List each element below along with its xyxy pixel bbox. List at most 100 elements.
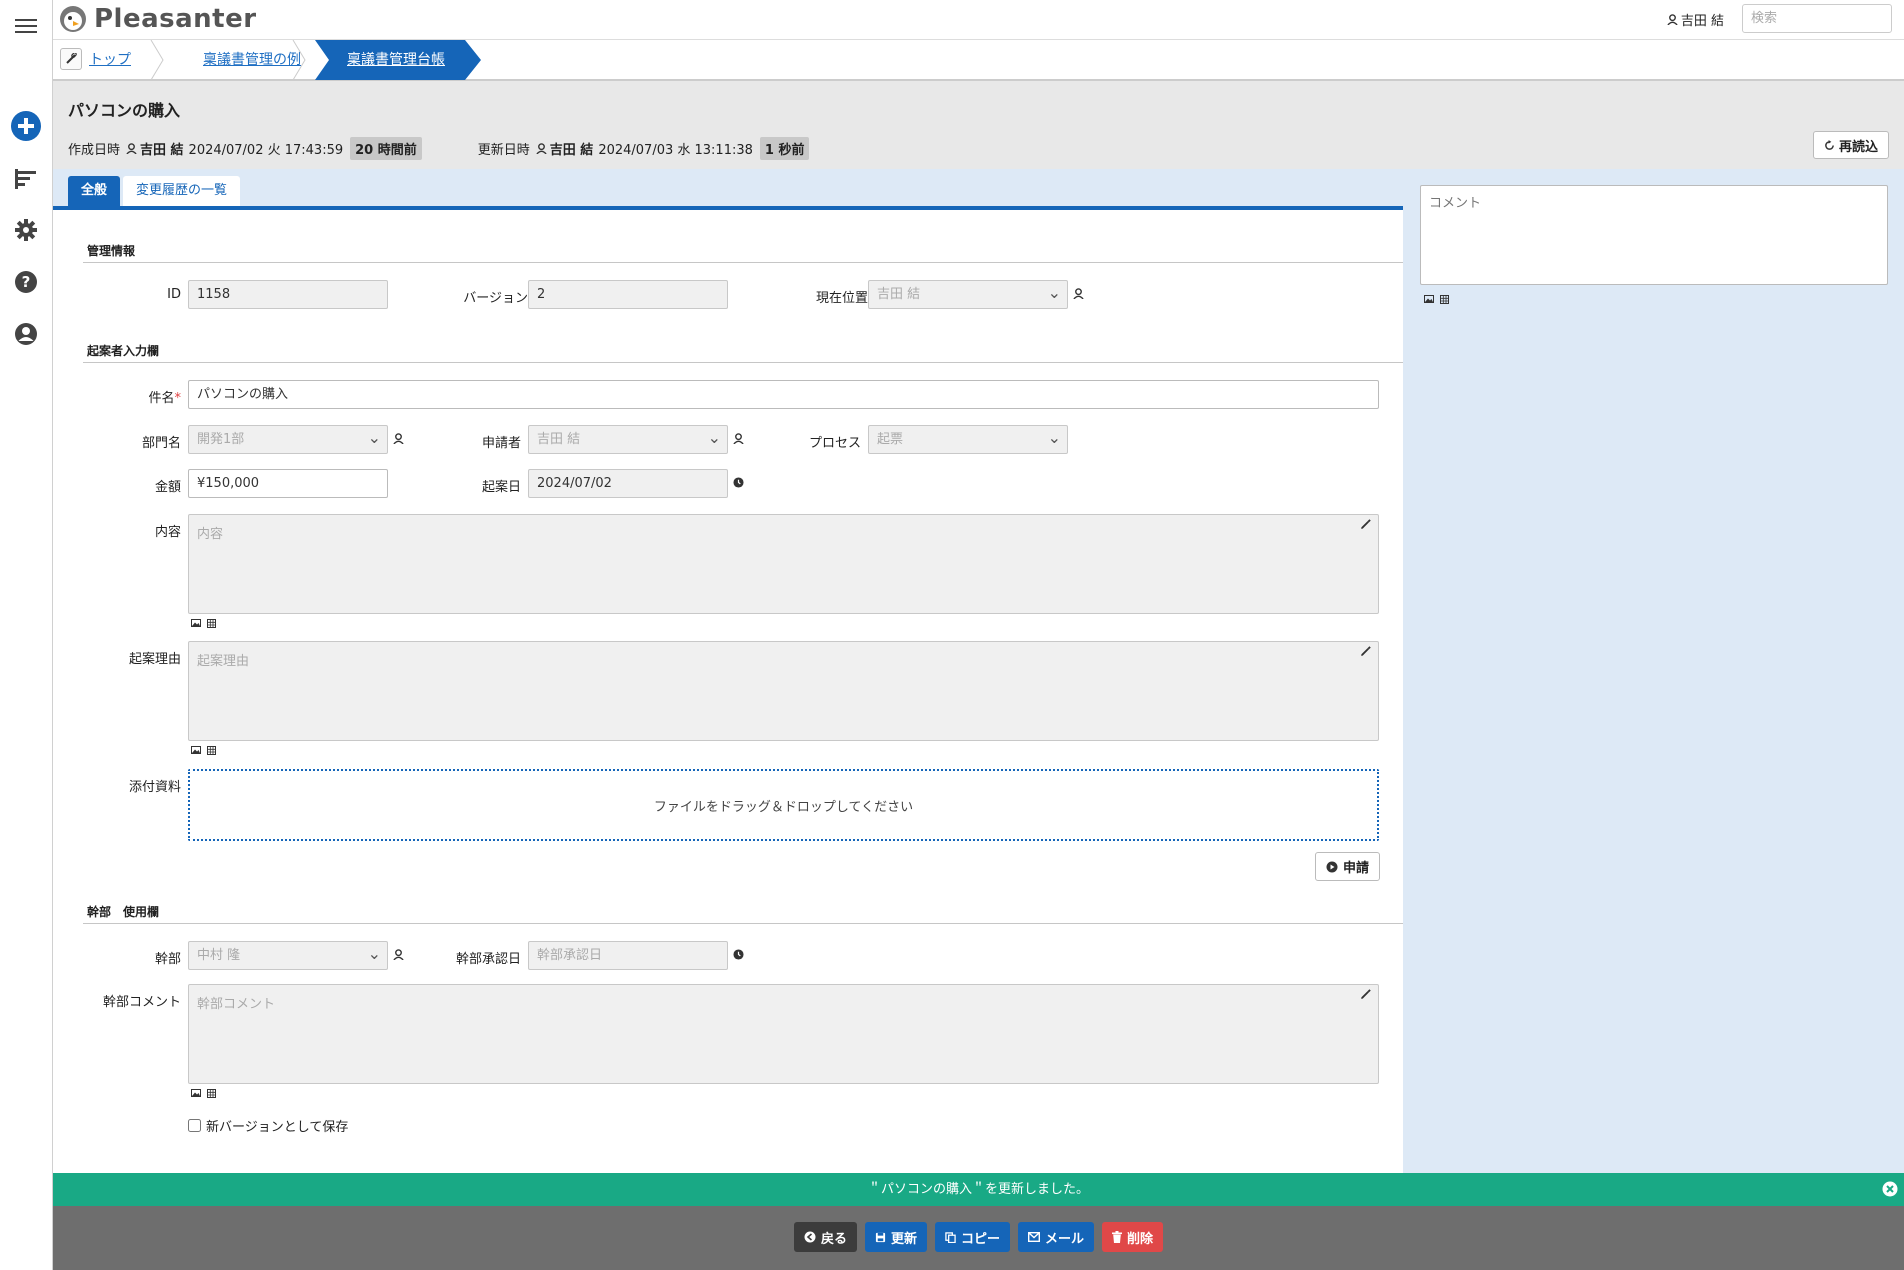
copy-button[interactable]: コピー <box>934 1222 1010 1252</box>
section-divider <box>83 923 1403 924</box>
table-icon[interactable] <box>207 1089 216 1098</box>
copy-link-icon[interactable] <box>60 48 82 70</box>
tab-general[interactable]: 全般 <box>68 176 121 206</box>
message-bar: ＂パソコンの購入＂を更新しました。 <box>53 1173 1904 1206</box>
created-user[interactable]: 吉田 結 <box>126 139 184 158</box>
table-icon[interactable] <box>207 746 216 755</box>
amount-input[interactable]: ¥150,000 <box>188 469 388 498</box>
mail-button-label: メール <box>1045 1231 1085 1247</box>
image-icon[interactable] <box>191 619 201 627</box>
copy-icon <box>945 1231 956 1243</box>
close-icon[interactable] <box>1882 1181 1898 1197</box>
help-icon[interactable]: ? <box>10 266 42 298</box>
user-account-icon[interactable] <box>10 318 42 350</box>
comment-input[interactable] <box>1420 185 1888 285</box>
edit-pencil-icon[interactable] <box>1360 519 1371 530</box>
applicant-select: 吉田 結 <box>528 424 728 454</box>
new-version-checkbox[interactable] <box>188 1119 201 1132</box>
reason-label: 起案理由 <box>128 652 181 667</box>
back-arrow-icon <box>804 1231 816 1243</box>
breadcrumb-item-site[interactable]: 稟議書管理の例 <box>193 40 301 80</box>
dropzone-text: ファイルをドラッグ＆ドロップしてください <box>653 799 914 815</box>
id-label: ID <box>167 287 181 302</box>
app-name: Pleasanter <box>94 4 257 34</box>
applicant-select-value: 吉田 結 <box>537 432 581 447</box>
exec-date-label: 幹部承認日 <box>455 952 521 967</box>
exec-comment-textarea: 幹部コメント <box>188 984 1379 1084</box>
edit-pencil-icon[interactable] <box>1360 646 1371 657</box>
user-icon[interactable] <box>393 949 404 960</box>
gear-icon[interactable] <box>10 214 42 246</box>
current-user[interactable]: 吉田 結 <box>1667 10 1724 29</box>
edit-pencil-icon[interactable] <box>1360 989 1371 1000</box>
process-select-value: 起票 <box>877 432 904 447</box>
dept-select: 開発1部 <box>188 424 388 454</box>
exec-comment-attach-icons <box>191 1089 216 1098</box>
section-divider <box>83 262 1403 263</box>
tab-history[interactable]: 変更履歴の一覧 <box>123 176 241 206</box>
apply-button[interactable]: 申請 <box>1315 852 1381 881</box>
content-placeholder: 内容 <box>197 527 224 542</box>
version-label: バージョン <box>463 291 528 306</box>
breadcrumb-item-top[interactable]: トップ <box>89 40 131 80</box>
back-button[interactable]: 戻る <box>793 1222 857 1252</box>
user-icon <box>126 143 137 154</box>
updated-label: 更新日時 <box>477 143 530 158</box>
record-meta: 作成日時 吉田 結 2024/07/02 火 17:43:59 20 時間前 更… <box>68 137 810 160</box>
new-version-option[interactable]: 新バージョンとして保存 <box>188 1116 348 1135</box>
delete-button-label: 削除 <box>1127 1231 1154 1247</box>
user-icon[interactable] <box>393 433 404 444</box>
reason-textarea: 起案理由 <box>188 641 1379 741</box>
attach-label: 添付資料 <box>128 780 181 795</box>
applicant-label: 申請者 <box>481 436 521 451</box>
footer-button-group: 戻る 更新 コピー メール 削除 <box>53 1222 1904 1252</box>
table-icon[interactable] <box>207 619 216 628</box>
update-button[interactable]: 更新 <box>864 1222 927 1252</box>
draft-date-field: 2024/07/02 <box>528 469 728 498</box>
draft-date-label: 起案日 <box>481 480 521 495</box>
breadcrumb-link-site[interactable]: 稟議書管理の例 <box>203 52 301 68</box>
section-title-exec: 幹部 使用欄 <box>87 905 160 919</box>
form-panel: 管理情報 ID 1158 バージョン 2 現在位置 吉田 結 起案者入力欄 件名… <box>53 210 1403 1173</box>
hamburger-menu-icon[interactable] <box>10 10 42 42</box>
svg-text:?: ? <box>22 273 31 291</box>
updated-time: 2024/07/03 水 13:11:38 <box>598 143 753 158</box>
refresh-icon <box>1825 139 1834 150</box>
search-input[interactable] <box>1742 4 1892 33</box>
updated-user[interactable]: 吉田 結 <box>536 139 593 158</box>
table-icon[interactable] <box>1440 295 1449 304</box>
new-version-label: 新バージョンとして保存 <box>206 1120 349 1135</box>
header: Pleasanter 吉田 結 <box>53 0 1904 40</box>
user-icon[interactable] <box>733 433 744 444</box>
user-icon <box>1667 14 1678 25</box>
clock-icon[interactable] <box>733 477 744 488</box>
exec-comment-placeholder: 幹部コメント <box>197 997 276 1012</box>
exec-select-value: 中村 隆 <box>197 948 241 963</box>
breadcrumb-item-current[interactable]: 稟議書管理台帳 <box>315 40 481 80</box>
app-logo[interactable]: Pleasanter <box>58 4 257 34</box>
image-icon[interactable] <box>1424 295 1434 303</box>
exec-date-field: 幹部承認日 <box>528 941 728 970</box>
image-icon[interactable] <box>191 1089 201 1097</box>
location-select: 吉田 結 <box>868 279 1068 309</box>
apply-button-label: 申請 <box>1343 861 1370 876</box>
created-user-name: 吉田 結 <box>140 143 184 158</box>
file-dropzone[interactable]: ファイルをドラッグ＆ドロップしてください <box>188 769 1379 841</box>
subject-input[interactable]: パソコンの購入 <box>188 380 1379 409</box>
delete-button[interactable]: 削除 <box>1102 1222 1164 1252</box>
breadcrumb-separator <box>292 40 306 80</box>
clock-icon[interactable] <box>733 949 744 960</box>
main-region: 全般 変更履歴の一覧 管理情報 ID 1158 バージョン 2 現在位置 吉田 … <box>53 169 1904 1173</box>
record-header: パソコンの購入 作成日時 吉田 結 2024/07/02 火 17:43:59 … <box>53 81 1904 169</box>
current-user-name: 吉田 結 <box>1680 14 1724 29</box>
breadcrumb-link-top[interactable]: トップ <box>89 52 131 68</box>
mail-button[interactable]: メール <box>1018 1222 1095 1252</box>
user-icon[interactable] <box>1073 288 1084 299</box>
reload-button[interactable]: 再読込 <box>1812 131 1889 159</box>
breadcrumb-link-current[interactable]: 稟議書管理台帳 <box>347 52 445 68</box>
play-circle-icon <box>1326 861 1338 872</box>
list-view-icon[interactable] <box>10 163 42 195</box>
created-time: 2024/07/02 火 17:43:59 <box>188 143 344 158</box>
new-item-plus-icon[interactable] <box>10 110 42 142</box>
image-icon[interactable] <box>191 746 201 754</box>
